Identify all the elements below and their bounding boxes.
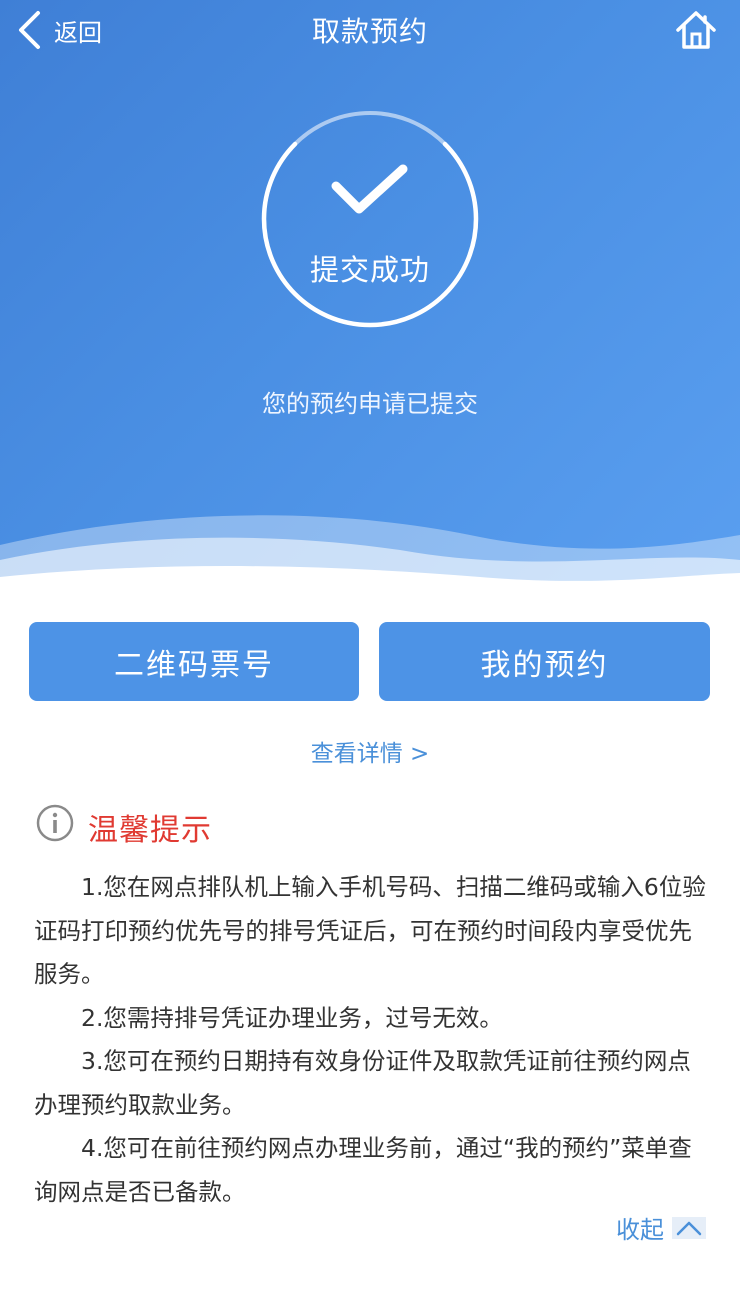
page-title: 取款预约 <box>311 15 428 48</box>
collapse-button[interactable]: 收起 <box>616 1210 706 1245</box>
success-ring <box>261 111 479 328</box>
collapse-label: 收起 <box>616 1216 664 1244</box>
tip-item: 1.您在网点排队机上输入手机号码、扫描二维码或输入6位验证码打印预约优先号的排号… <box>34 873 706 988</box>
decorative-waves <box>0 515 740 600</box>
tips-title: 温馨提示 <box>88 813 212 848</box>
qr-ticket-button[interactable]: 二维码票号 <box>29 622 359 701</box>
chevron-up-icon <box>672 1216 706 1239</box>
tip-item: 3.您可在预约日期持有效身份证件及取款凭证前往预约网点办理预约取款业务。 <box>34 1047 691 1119</box>
info-circle-icon <box>36 804 74 842</box>
tip-item: 4.您可在前往预约网点办理业务前，通过“我的预约”菜单查询网点是否已备款。 <box>34 1134 692 1206</box>
success-message: 您的预约申请已提交 <box>262 390 478 418</box>
tip-item: 2.您需持排号凭证办理业务，过号无效。 <box>81 1003 503 1032</box>
success-title: 提交成功 <box>309 253 430 287</box>
my-appointment-button[interactable]: 我的预约 <box>379 622 710 701</box>
view-details-link[interactable]: 查看详情 > <box>0 734 740 768</box>
checkmark-icon <box>331 164 408 214</box>
home-icon[interactable] <box>674 8 718 52</box>
success-hero: 返回 取款预约 提交成功 您的预约申请已提交 <box>0 0 740 600</box>
tips-list: 1.您在网点排队机上输入手机号码、扫描二维码或输入6位验证码打印预约优先号的排号… <box>34 866 712 1214</box>
top-navigation-bar: 返回 取款预约 <box>0 0 740 60</box>
